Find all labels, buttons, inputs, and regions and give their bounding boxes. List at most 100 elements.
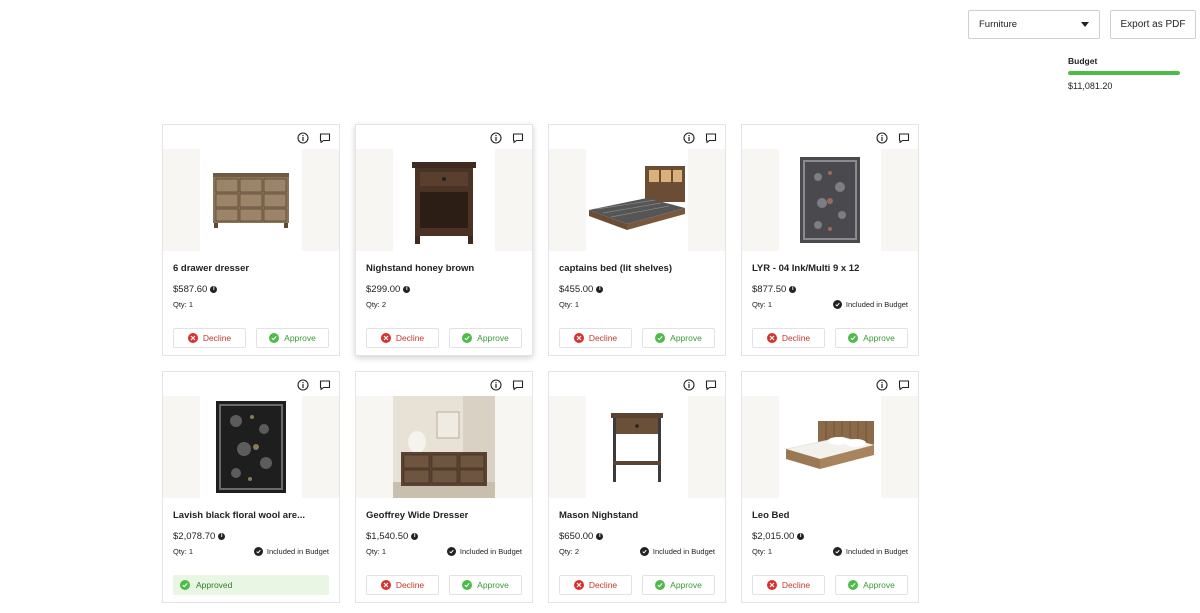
check-circle-icon [655, 580, 666, 590]
x-circle-icon [573, 580, 584, 590]
product-card[interactable]: Lavish black floral wool are... $2,078.7… [162, 371, 340, 603]
product-image [393, 396, 495, 498]
approve-label: Approve [477, 580, 509, 590]
price-value: $2,078.70 [173, 531, 216, 542]
info-icon[interactable]: i [596, 533, 604, 540]
info-icon[interactable] [297, 378, 309, 396]
info-icon[interactable]: i [789, 286, 797, 293]
product-image [586, 396, 688, 498]
budget-progress-fill [1068, 71, 1180, 75]
info-icon[interactable]: i [596, 286, 604, 293]
product-name: Lavish black floral wool are... [173, 510, 305, 521]
info-icon[interactable] [683, 131, 695, 149]
product-price: $2,078.70 i [173, 531, 226, 542]
price-value: $2,015.00 [752, 531, 795, 542]
approve-button[interactable]: Approve [835, 328, 908, 348]
budget-progress-bar [1068, 71, 1180, 75]
product-price: $1,540.50 i [366, 531, 419, 542]
card-actions: Decline Approve [173, 328, 329, 348]
card-actions: Decline Approve [366, 328, 522, 348]
approve-button[interactable]: Approve [449, 575, 522, 595]
product-card[interactable]: Nighstand honey brown $299.00 i Qty: 2 De… [355, 124, 533, 356]
info-icon[interactable] [683, 378, 695, 396]
decline-button[interactable]: Decline [752, 575, 825, 595]
comment-icon[interactable] [319, 378, 331, 396]
approve-button[interactable]: Approve [642, 575, 715, 595]
check-circle-icon [639, 547, 649, 556]
info-icon[interactable] [490, 378, 502, 396]
decline-label: Decline [588, 333, 618, 343]
budget-widget: Budget $11,081.20 [1068, 56, 1180, 91]
product-qty: Qty: 1 [559, 300, 580, 309]
decline-button[interactable]: Decline [752, 328, 825, 348]
info-icon[interactable]: i [403, 286, 411, 293]
product-image-area [163, 396, 339, 498]
product-card[interactable]: Leo Bed $2,015.00 i Qty: 1 Included in Bu… [741, 371, 919, 603]
card-actions: Decline Approve [559, 328, 715, 348]
check-circle-icon [269, 333, 280, 343]
included-label: Included in Budget [459, 547, 522, 556]
included-in-budget: Included in Budget [832, 547, 908, 556]
info-icon[interactable] [490, 131, 502, 149]
check-circle-icon [462, 580, 473, 590]
comment-icon[interactable] [898, 131, 910, 149]
info-icon[interactable] [876, 378, 888, 396]
approve-button[interactable]: Approve [642, 328, 715, 348]
chevron-down-icon [1081, 22, 1089, 27]
decline-button[interactable]: Decline [173, 328, 246, 348]
included-label: Included in Budget [266, 547, 329, 556]
decline-button[interactable]: Decline [559, 575, 632, 595]
x-circle-icon [380, 580, 391, 590]
approve-label: Approve [863, 580, 895, 590]
product-image-area [356, 396, 532, 498]
decline-label: Decline [202, 333, 232, 343]
approve-button[interactable]: Approve [449, 328, 522, 348]
x-circle-icon [573, 333, 584, 343]
approved-label: Approved [196, 580, 233, 590]
comment-icon[interactable] [512, 378, 524, 396]
check-circle-icon [832, 300, 842, 309]
product-image [779, 149, 881, 251]
top-toolbar: Furniture Export as PDF [968, 10, 1196, 39]
card-icons [683, 131, 717, 149]
product-price: $455.00 i [559, 284, 604, 295]
product-price: $650.00 i [559, 531, 604, 542]
product-card[interactable]: LYR - 04 Ink/Multi 9 x 12 $877.50 i Qty: … [741, 124, 919, 356]
approve-button[interactable]: Approve [256, 328, 329, 348]
product-card[interactable]: 6 drawer dresser $587.60 i Qty: 1 Decline… [162, 124, 340, 356]
product-image [779, 396, 881, 498]
product-name: Geoffrey Wide Dresser [366, 510, 469, 521]
decline-button[interactable]: Decline [559, 328, 632, 348]
decline-label: Decline [395, 333, 425, 343]
comment-icon[interactable] [319, 131, 331, 149]
product-card[interactable]: Mason Nighstand $650.00 i Qty: 2 Included… [548, 371, 726, 603]
x-circle-icon [187, 333, 198, 343]
product-image-area [742, 396, 918, 498]
decline-label: Decline [588, 580, 618, 590]
comment-icon[interactable] [705, 131, 717, 149]
comment-icon[interactable] [512, 131, 524, 149]
card-icons [490, 131, 524, 149]
comment-icon[interactable] [705, 378, 717, 396]
included-in-budget: Included in Budget [832, 300, 908, 309]
price-value: $1,540.50 [366, 531, 409, 542]
decline-button[interactable]: Decline [366, 328, 439, 348]
comment-icon[interactable] [898, 378, 910, 396]
card-icons [297, 131, 331, 149]
approve-button[interactable]: Approve [835, 575, 908, 595]
info-icon[interactable] [876, 131, 888, 149]
card-icons [490, 378, 524, 396]
check-circle-icon [848, 333, 859, 343]
info-icon[interactable]: i [411, 533, 419, 540]
decline-button[interactable]: Decline [366, 575, 439, 595]
export-pdf-button[interactable]: Export as PDF [1110, 10, 1196, 39]
approve-label: Approve [477, 333, 509, 343]
product-card[interactable]: Geoffrey Wide Dresser $1,540.50 i Qty: 1 … [355, 371, 533, 603]
info-icon[interactable] [297, 131, 309, 149]
product-price: $299.00 i [366, 284, 411, 295]
product-card[interactable]: captains bed (lit shelves) $455.00 i Qty:… [548, 124, 726, 356]
info-icon[interactable]: i [218, 533, 226, 540]
category-select[interactable]: Furniture [968, 10, 1100, 39]
info-icon[interactable]: i [797, 533, 805, 540]
info-icon[interactable]: i [210, 286, 218, 293]
